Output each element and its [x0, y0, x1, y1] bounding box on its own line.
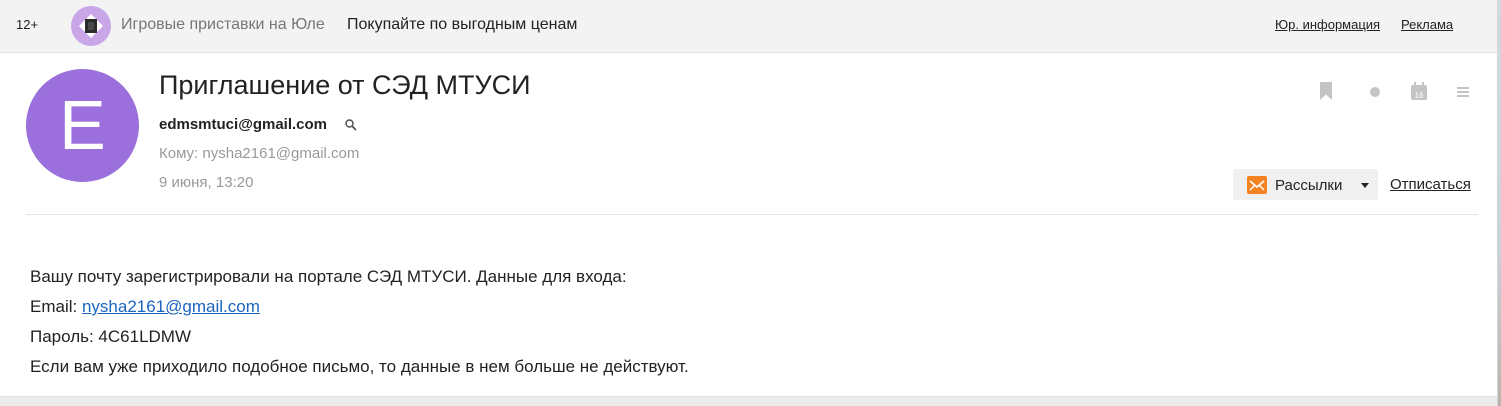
body-line-password: Пароль: 4C61LDMW [30, 327, 192, 346]
menu-icon[interactable] [1455, 82, 1473, 100]
sender-avatar: E [26, 69, 139, 182]
ad-slogan[interactable]: Покупайте по выгодным ценам [347, 16, 577, 34]
search-icon[interactable] [344, 118, 358, 132]
bottom-bar [0, 396, 1497, 406]
email-label: Email: [30, 297, 82, 316]
letter-subject: Приглашение от СЭД МТУСИ [159, 70, 531, 100]
header-divider [26, 214, 1478, 215]
bookmark-icon[interactable] [1317, 82, 1335, 100]
ad-source[interactable]: Игровые приставки на Юле [121, 16, 325, 34]
dot-icon[interactable] [1366, 82, 1384, 100]
ad-banner[interactable]: 12+ Игровые приставки на Юле Покупайте п… [0, 0, 1497, 53]
mailing-dropdown-button[interactable]: Рассылки [1233, 169, 1378, 200]
mailing-envelope-icon [1247, 176, 1267, 194]
ads-link[interactable]: Реклама [1401, 17, 1453, 32]
gamepad-logo-icon[interactable] [71, 6, 111, 46]
unsubscribe-link[interactable]: Отписаться [1390, 176, 1471, 193]
letter-date: 9 июня, 13:20 [159, 174, 254, 191]
body-line-email: Email: nysha2161@gmail.com [30, 292, 689, 322]
letter-body: Вашу почту зарегистрировали на портале С… [30, 262, 689, 382]
age-rating: 12+ [16, 17, 39, 32]
mailing-label: Рассылки [1275, 177, 1343, 194]
body-line-registration: Вашу почту зарегистрировали на портале С… [30, 267, 627, 286]
sender-address[interactable]: edmsmtuci@gmail.com [159, 116, 327, 133]
dropdown-arrow-icon [1361, 183, 1369, 188]
legal-info-link[interactable]: Юр. информация [1275, 17, 1380, 32]
recipient: Кому: nysha2161@gmail.com [159, 145, 360, 162]
email-frame: 12+ Игровые приставки на Юле Покупайте п… [0, 0, 1498, 406]
body-line-notice: Если вам уже приходило подобное письмо, … [30, 357, 689, 376]
calendar-day: 16 [1415, 91, 1424, 100]
email-link[interactable]: nysha2161@gmail.com [82, 297, 260, 316]
calendar-icon[interactable]: 16 [1410, 82, 1428, 100]
